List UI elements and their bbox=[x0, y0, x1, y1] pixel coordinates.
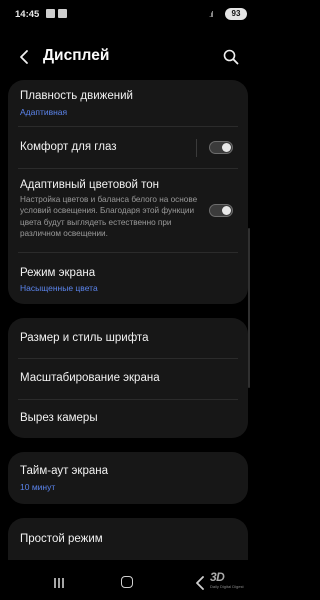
notification-icon bbox=[46, 9, 55, 18]
home-icon[interactable] bbox=[121, 576, 133, 588]
screen-zoom-item[interactable]: Масштабирование экрана bbox=[8, 359, 248, 399]
item-label: Тайм-аут экрана bbox=[20, 465, 108, 477]
recent-apps-icon[interactable] bbox=[53, 577, 65, 589]
watermark-logo: 3D bbox=[210, 570, 225, 584]
photo-icon bbox=[58, 9, 67, 18]
search-icon[interactable] bbox=[222, 48, 240, 66]
item-value: Адаптивная bbox=[20, 107, 68, 117]
motion-smoothness-item[interactable]: Плавность движений Адаптивная bbox=[8, 80, 248, 126]
item-label: Адаптивный цветовой тон bbox=[20, 179, 160, 191]
eye-comfort-item[interactable]: Комфорт для глаз bbox=[8, 127, 248, 167]
adaptive-color-tone-toggle[interactable] bbox=[209, 204, 233, 217]
item-label: Масштабирование экрана bbox=[20, 372, 160, 384]
settings-group-display: Плавность движений Адаптивная Комфорт дл… bbox=[8, 80, 248, 304]
battery-icon: 93 bbox=[225, 8, 247, 20]
back-arrow-icon[interactable] bbox=[16, 48, 34, 66]
status-time: 14:45 bbox=[15, 9, 40, 20]
watermark-tagline: Daily Digital Digest bbox=[210, 584, 244, 589]
signal-icon: .ıl bbox=[209, 10, 213, 19]
screen-timeout-item[interactable]: Тайм-аут экрана 10 минут bbox=[8, 452, 248, 504]
item-label: Режим экрана bbox=[20, 267, 96, 279]
item-description: Настройка цветов и баланса белого на осн… bbox=[20, 195, 198, 238]
adaptive-color-tone-item[interactable]: Адаптивный цветовой тон Настройка цветов… bbox=[8, 169, 248, 249]
item-value: 10 минут bbox=[20, 482, 56, 492]
font-size-style-item[interactable]: Размер и стиль шрифта bbox=[8, 318, 248, 358]
scrollbar[interactable] bbox=[248, 228, 250, 388]
camera-cutout-item[interactable]: Вырез камеры bbox=[8, 400, 248, 438]
app-header: Дисплей bbox=[0, 40, 256, 74]
screen-mode-item[interactable]: Режим экрана Насыщенные цвета bbox=[8, 253, 248, 303]
item-label: Размер и стиль шрифта bbox=[20, 332, 149, 344]
watermark: 3D Daily Digital Digest bbox=[210, 570, 252, 592]
item-value: Насыщенные цвета bbox=[20, 283, 98, 293]
item-label: Плавность движений bbox=[20, 90, 133, 102]
settings-group-timeout: Тайм-аут экрана 10 минут bbox=[8, 452, 248, 504]
page-title: Дисплей bbox=[43, 47, 110, 64]
item-label: Вырез камеры bbox=[20, 412, 98, 424]
settings-group-font: Размер и стиль шрифта Масштабирование эк… bbox=[8, 318, 248, 438]
easy-mode-item[interactable]: Простой режим bbox=[8, 518, 248, 562]
status-bar: 14:45 .ıl 93 bbox=[0, 0, 256, 30]
vertical-divider bbox=[196, 139, 197, 157]
item-label: Простой режим bbox=[20, 533, 103, 545]
item-label: Комфорт для глаз bbox=[20, 141, 117, 153]
back-icon[interactable] bbox=[194, 576, 206, 590]
eye-comfort-toggle[interactable] bbox=[209, 141, 233, 154]
